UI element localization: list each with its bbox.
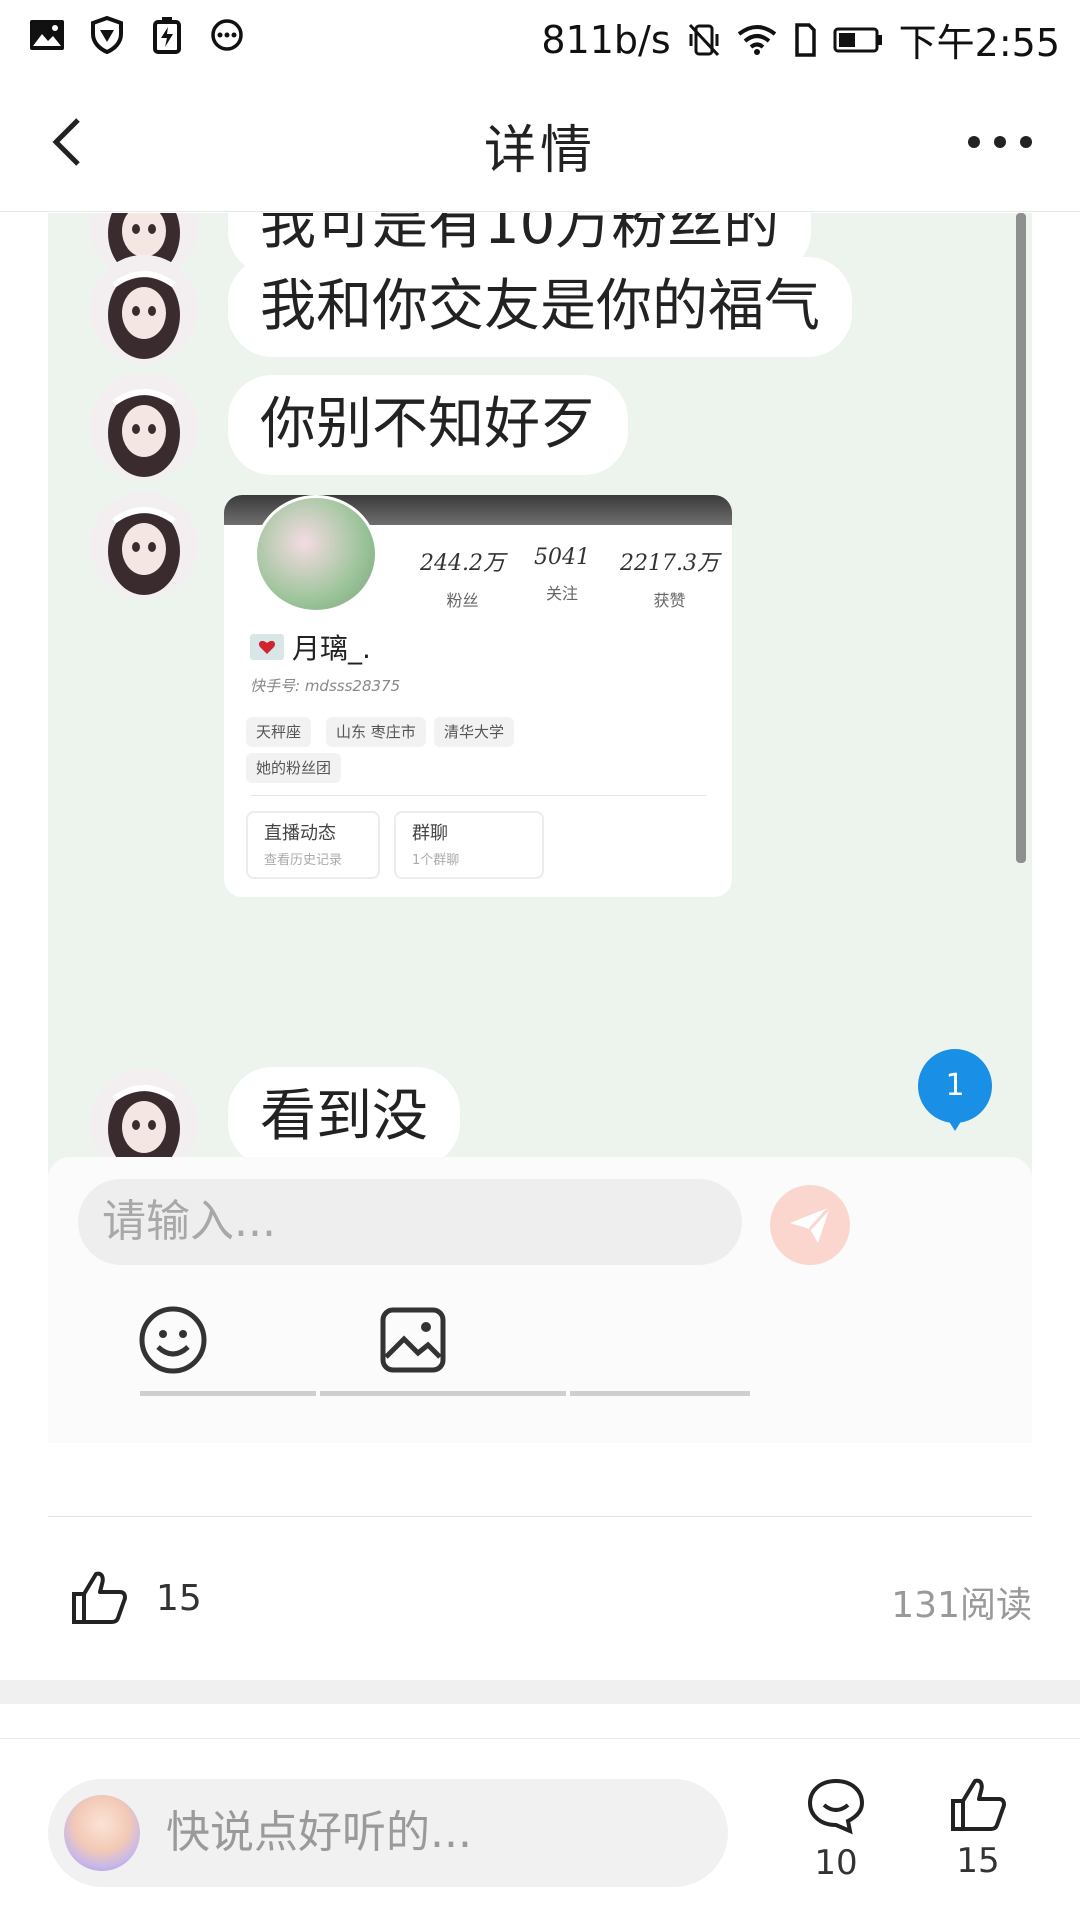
shield-icon (88, 16, 126, 54)
network-speed: 811b/s (541, 17, 671, 62)
send-button (770, 1185, 850, 1265)
post-like-count: 15 (156, 1577, 202, 1619)
battery-saver-icon (148, 16, 186, 54)
panel-line (140, 1391, 316, 1396)
unread-badge: 1 (918, 1049, 992, 1123)
smiley-icon (139, 1306, 207, 1374)
card-group-box: 群聊 1个群聊 (394, 811, 544, 879)
stat-fans: 244.2万 粉丝 (420, 551, 505, 610)
wifi-icon (737, 24, 776, 55)
page-title: 详情 (483, 121, 596, 181)
emoji-button (138, 1305, 208, 1375)
comment-bubble-icon (807, 1778, 865, 1835)
sim-icon (794, 22, 816, 57)
stat-follows: 5041 关注 (534, 545, 590, 603)
like-count: 15 (956, 1841, 1000, 1881)
avatar (90, 373, 198, 481)
chat-bubble: 你别不知好歹 (228, 375, 628, 475)
more-dots-icon (968, 136, 1032, 148)
comment-count: 10 (814, 1843, 858, 1883)
post-like-row[interactable]: 15 (70, 1570, 202, 1626)
vibrate-off-icon (688, 23, 719, 56)
stat-likes: 2217.3万 获赞 (620, 551, 719, 610)
panel-line (570, 1391, 750, 1396)
send-icon (790, 1205, 832, 1243)
tag-school: 清华大学 (434, 717, 515, 747)
more-notifications-icon (208, 16, 246, 54)
card-user-id: 快手号: mdsss28375 (250, 677, 401, 695)
scrollbar-thumb (1016, 213, 1026, 863)
tag-location: 山东 枣庄市 (326, 717, 426, 747)
panel-line (320, 1391, 566, 1396)
thumbs-up-icon (951, 1778, 1006, 1831)
card-username: 月璃_. (250, 627, 371, 667)
card-divider (250, 795, 706, 796)
comment-input[interactable]: 快说点好听的... (48, 1779, 728, 1887)
header: 详情 (0, 72, 1080, 212)
chat-input-panel: 请输入... (48, 1157, 1032, 1443)
badge-tail (945, 1115, 965, 1131)
section-gap (0, 1680, 1080, 1704)
status-bar: 811b/s 下午2:55 (0, 0, 1080, 72)
heart-icon (250, 634, 284, 660)
tag-fan-club: 她的粉丝团 (246, 753, 342, 783)
read-count: 131阅读 (891, 1585, 1032, 1626)
user-avatar (64, 1795, 140, 1871)
avatar (90, 491, 198, 599)
chat-input-field: 请输入... (78, 1179, 742, 1265)
comment-placeholder: 快说点好听的... (166, 1807, 472, 1858)
bottom-bar: 快说点好听的... 10 15 (0, 1738, 1080, 1920)
chat-message (90, 373, 198, 481)
comment-button[interactable]: 10 (786, 1777, 886, 1883)
like-button[interactable]: 15 (928, 1777, 1028, 1881)
battery-icon (833, 27, 882, 52)
card-live-box: 直播动态 查看历史记录 (246, 811, 380, 879)
image-icon (380, 1307, 446, 1373)
chat-message (90, 255, 198, 363)
post-image[interactable]: 我可是有10万粉丝的 我和你交友是你的福气 你别不知好歹 244.2万 粉丝 5… (48, 213, 1032, 1443)
chat-bubble: 我和你交友是你的福气 (228, 257, 852, 357)
tag-zodiac: 天秤座 (246, 717, 312, 747)
image-button (378, 1305, 448, 1375)
profile-card: 244.2万 粉丝 5041 关注 2217.3万 获赞 月璃_. 快手号: m… (224, 495, 732, 897)
thumbs-up-icon (72, 1571, 127, 1624)
chat-message (90, 491, 198, 599)
chat-bubble: 看到没 (228, 1067, 460, 1167)
more-options-button[interactable] (960, 112, 1040, 172)
clock: 下午2:55 (898, 21, 1060, 65)
avatar (90, 255, 198, 363)
divider (48, 1516, 1032, 1517)
gallery-icon (28, 16, 66, 54)
card-avatar (254, 495, 378, 613)
